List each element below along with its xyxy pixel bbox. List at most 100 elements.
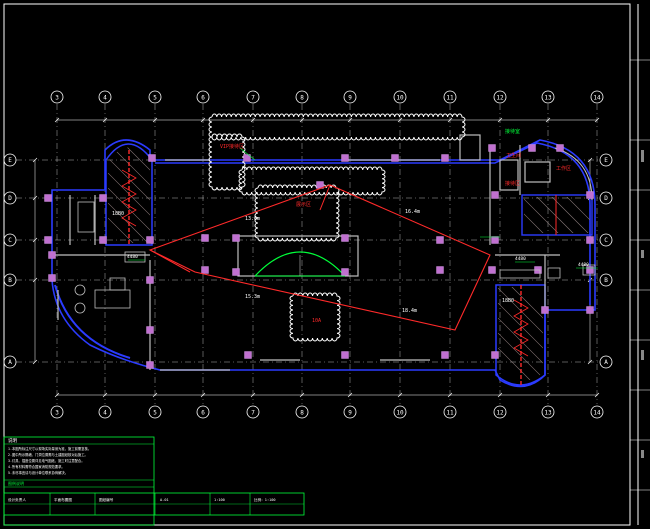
axis-label: B bbox=[8, 277, 12, 284]
column bbox=[48, 274, 56, 282]
dimension-label: 16.4m bbox=[405, 209, 420, 215]
column bbox=[99, 194, 107, 202]
column bbox=[488, 144, 496, 152]
column bbox=[244, 351, 252, 359]
axis-label: B bbox=[604, 277, 608, 284]
axis-label: 7 bbox=[251, 95, 255, 102]
axis-label: 6 bbox=[201, 410, 205, 417]
column bbox=[556, 144, 564, 152]
column bbox=[488, 266, 496, 274]
floor-plan-drawing: 3 3 4 4 5 5 6 6 7 7 8 8 9 9 10 10 11 11 12 12 13 13 14 14 E E D D C C… bbox=[3, 3, 650, 526]
cad-drawing-canvas: 3 3 4 4 5 5 6 6 7 7 8 8 9 9 10 10 11 11 12 12 13 13 14 14 E E D D C C… bbox=[0, 0, 650, 529]
axis-label: 14 bbox=[593, 95, 601, 102]
right-title-strip bbox=[630, 4, 650, 525]
axis-label: 6 bbox=[201, 95, 205, 102]
column bbox=[341, 234, 349, 242]
dimension-label: 15.3m bbox=[245, 294, 260, 300]
title-block-note: 5.未尽事宜请与设计单位联系协商解决。 bbox=[8, 470, 68, 475]
column bbox=[436, 266, 444, 274]
axis-label: 5 bbox=[153, 410, 157, 417]
column bbox=[491, 351, 499, 359]
axis-label: C bbox=[8, 237, 12, 244]
axis-label: 11 bbox=[446, 410, 454, 417]
plan-labels: VIP接待区 接待室 卫生间 工作区 接待区 展示区 10A 13.6m 16.… bbox=[112, 128, 589, 324]
column bbox=[99, 236, 107, 244]
title-block-note: 4.所有材料需符合国家消防规范要求。 bbox=[8, 464, 65, 469]
axis-label: 7 bbox=[251, 410, 255, 417]
column bbox=[48, 251, 56, 259]
column bbox=[586, 236, 594, 244]
column bbox=[201, 234, 209, 242]
column bbox=[491, 236, 499, 244]
axis-label: D bbox=[8, 195, 12, 202]
column bbox=[541, 306, 549, 314]
axis-label: 4 bbox=[103, 410, 107, 417]
column bbox=[146, 276, 154, 284]
dimension-label: 4480 bbox=[515, 256, 526, 262]
axis-label: 5 bbox=[153, 95, 157, 102]
dimension-label: 4480 bbox=[578, 262, 589, 268]
title-block-cell: 设计负责人 bbox=[8, 497, 26, 502]
dimension-label: 13.6m bbox=[245, 216, 260, 222]
axis-label: A bbox=[8, 359, 12, 366]
axis-label: 10 bbox=[396, 95, 404, 102]
title-block-cell: A-01 bbox=[160, 498, 169, 502]
column bbox=[586, 306, 594, 314]
axis-label: A bbox=[604, 359, 608, 366]
title-block-cell: 图纸编号 bbox=[99, 497, 114, 502]
axis-label: 12 bbox=[496, 95, 504, 102]
title-block: 说明 1.本图所标注尺寸以现场实际量测为准，施工前需复核。 2.图中所示隔墙、门… bbox=[3, 436, 305, 526]
axis-label: 13 bbox=[544, 95, 552, 102]
axis-label: 11 bbox=[446, 95, 454, 102]
axis-label: 4 bbox=[103, 95, 107, 102]
axis-label: 10 bbox=[396, 410, 404, 417]
dimension-lines bbox=[128, 147, 598, 269]
axis-label: E bbox=[604, 157, 608, 164]
legend-title: 图例说明 bbox=[8, 480, 24, 486]
red-annotation-leader bbox=[149, 249, 191, 273]
column bbox=[391, 154, 399, 162]
room-label: 接待区 bbox=[505, 180, 520, 187]
axis-label: 8 bbox=[300, 410, 304, 417]
dimension-label: 18B0 bbox=[502, 298, 514, 304]
column bbox=[146, 326, 154, 334]
column bbox=[201, 266, 209, 274]
axis-label: D bbox=[604, 195, 608, 202]
red-annotation-leader-2 bbox=[319, 184, 331, 211]
column bbox=[441, 351, 449, 359]
drawing-frame bbox=[3, 3, 631, 526]
column bbox=[232, 268, 240, 276]
column bbox=[341, 351, 349, 359]
room-label: VIP接待区 bbox=[220, 143, 244, 150]
axis-label: 3 bbox=[55, 95, 59, 102]
column bbox=[441, 154, 449, 162]
axis-label: 8 bbox=[300, 95, 304, 102]
axis-label: E bbox=[8, 157, 12, 164]
room-label: 工作区 bbox=[556, 165, 571, 172]
room-label: 展示区 bbox=[296, 202, 311, 208]
column bbox=[232, 234, 240, 242]
dimension-label: 18B0 bbox=[112, 211, 124, 217]
axis-label: 13 bbox=[544, 410, 552, 417]
red-annotation-region bbox=[148, 184, 491, 331]
column bbox=[146, 361, 154, 369]
column bbox=[586, 191, 594, 199]
column bbox=[436, 236, 444, 244]
axis-label: C bbox=[604, 237, 608, 244]
axis-label: 14 bbox=[593, 410, 601, 417]
column bbox=[148, 154, 156, 162]
column bbox=[44, 194, 52, 202]
dimension-label: 18.4m bbox=[402, 308, 417, 314]
title-block-cell: 比例：1:100 bbox=[254, 497, 276, 502]
axis-label: 12 bbox=[496, 410, 504, 417]
column bbox=[341, 154, 349, 162]
room-label: 接待室 bbox=[505, 128, 520, 135]
column bbox=[44, 236, 52, 244]
room-label: 10A bbox=[312, 318, 321, 324]
title-block-note: 2.图中所示隔墙、门洞位置需与土建图纸核对后施工。 bbox=[8, 452, 88, 457]
title-block-note: 1.本图所标注尺寸以现场实际量测为准，施工前需复核。 bbox=[8, 446, 91, 451]
column bbox=[528, 144, 536, 152]
column bbox=[491, 191, 499, 199]
room-label: 卫生间 bbox=[506, 152, 521, 159]
hatched-room-left bbox=[105, 143, 153, 246]
